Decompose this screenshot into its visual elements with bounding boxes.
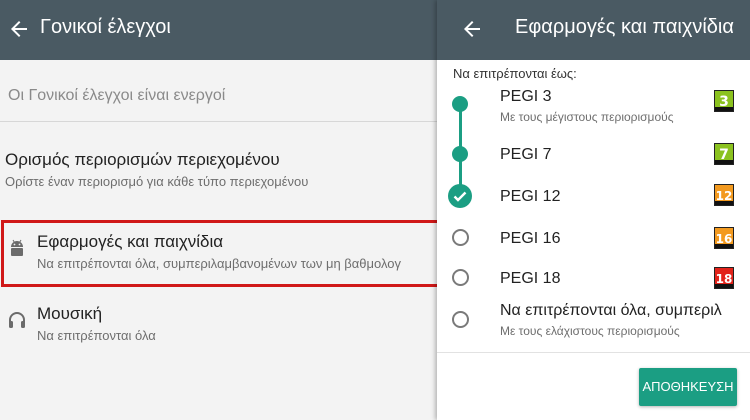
content-restrictions-subtitle: Ορίστε έναν περιορισμό για κάθε τύπο περ… bbox=[5, 174, 309, 189]
page-title: Γονικοί έλεγχοι bbox=[40, 16, 171, 38]
music-item[interactable]: Μουσική Να επιτρέπονται όλα bbox=[0, 296, 437, 356]
back-arrow-icon[interactable] bbox=[461, 18, 483, 40]
rating-option-pegi-3[interactable]: PEGI 3 Με τους μέγιστους περιορισμούς 3 bbox=[437, 86, 750, 130]
content-restrictions-item[interactable]: Ορισμός περιορισμών περιεχομένου Ορίστε … bbox=[0, 140, 437, 200]
rating-option-pegi-7[interactable]: PEGI 7 7 bbox=[437, 140, 750, 170]
radio-filled-dot[interactable] bbox=[452, 96, 468, 112]
highlight-outline bbox=[1, 220, 437, 287]
divider bbox=[437, 352, 750, 353]
status-row: Οι Γονικοί έλεγχοι είναι ενεργοί bbox=[0, 60, 437, 122]
radio-filled-dot[interactable] bbox=[452, 146, 468, 162]
back-arrow-icon[interactable] bbox=[8, 18, 30, 40]
save-button[interactable]: ΑΠΟΘΗΚΕΥΣΗ bbox=[639, 368, 737, 406]
pegi-16-badge-icon: 16 bbox=[714, 227, 734, 249]
music-subtitle: Να επιτρέπονται όλα bbox=[37, 328, 156, 343]
content-restrictions-title: Ορισμός περιορισμών περιεχομένου bbox=[5, 150, 280, 169]
radio-empty-circle[interactable] bbox=[452, 229, 469, 246]
music-title: Μουσική bbox=[37, 304, 103, 323]
pegi-7-badge-icon: 7 bbox=[714, 143, 734, 165]
rating-option-title: PEGI 3 bbox=[500, 88, 552, 105]
pegi-3-badge-icon: 3 bbox=[714, 90, 734, 112]
rating-option-title: PEGI 12 bbox=[500, 188, 561, 205]
rating-option-title: PEGI 16 bbox=[500, 230, 561, 247]
rating-option-title: PEGI 7 bbox=[500, 146, 552, 163]
status-text: Οι Γονικοί έλεγχοι είναι ενεργοί bbox=[8, 87, 226, 104]
rating-option-pegi-18[interactable]: PEGI 18 18 bbox=[437, 264, 750, 294]
app-bar: Γονικοί έλεγχοι bbox=[0, 0, 437, 60]
rating-option-pegi-12[interactable]: PEGI 12 12 bbox=[437, 180, 750, 212]
headphones-icon bbox=[7, 310, 27, 330]
parental-controls-panel: Γονικοί έλεγχοι Οι Γονικοί έλεγχοι είναι… bbox=[0, 0, 437, 420]
pegi-18-badge-icon: 18 bbox=[714, 267, 734, 289]
radio-empty-circle[interactable] bbox=[452, 269, 469, 286]
allowed-up-to-label: Να επιτρέπονται έως: bbox=[453, 66, 577, 81]
rating-option-pegi-16[interactable]: PEGI 16 16 bbox=[437, 224, 750, 254]
rating-option-subtitle: Με τους ελάχιστους περιορισμούς bbox=[500, 324, 680, 338]
rating-option-allow-all[interactable]: Να επιτρέπονται όλα, συμπεριλ Με τους ελ… bbox=[437, 300, 750, 346]
radio-empty-circle[interactable] bbox=[452, 311, 469, 328]
pegi-12-badge-icon: 12 bbox=[714, 184, 734, 206]
rating-option-title: Να επιτρέπονται όλα, συμπεριλ bbox=[500, 302, 722, 319]
radio-checked-icon[interactable] bbox=[448, 184, 472, 208]
dialog-app-bar: Εφαρμογές και παιχνίδια bbox=[437, 0, 750, 60]
apps-and-games-dialog: Εφαρμογές και παιχνίδια Να επιτρέπονται … bbox=[437, 0, 750, 420]
dialog-title: Εφαρμογές και παιχνίδια bbox=[515, 16, 734, 38]
rating-option-subtitle: Με τους μέγιστους περιορισμούς bbox=[500, 110, 674, 124]
rating-option-title: PEGI 18 bbox=[500, 270, 561, 287]
